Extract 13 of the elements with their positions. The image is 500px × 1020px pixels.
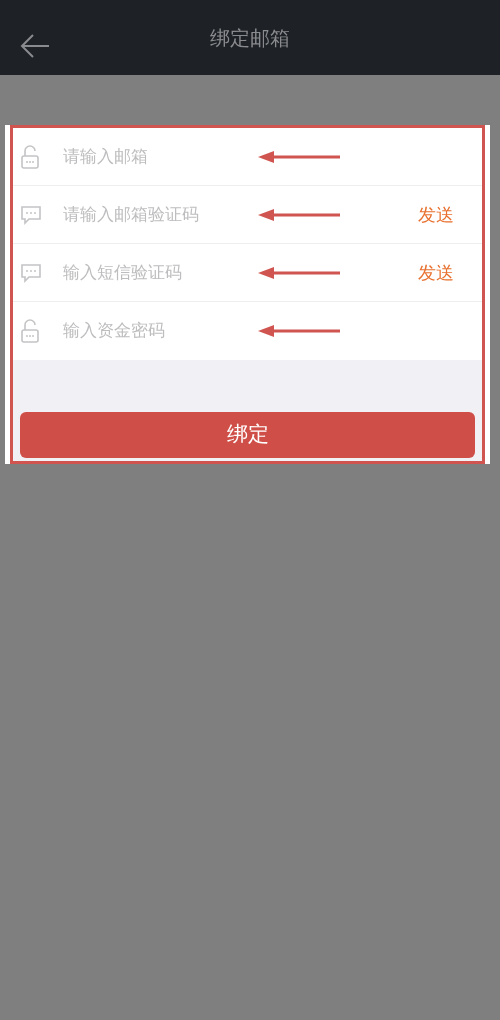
- input-field[interactable]: 输入短信验证码: [63, 259, 253, 286]
- send-link[interactable]: 发送: [418, 259, 454, 286]
- chat-icon: [21, 204, 41, 225]
- input-field[interactable]: 请输入邮箱验证码: [63, 201, 253, 228]
- send-link[interactable]: 发送: [418, 201, 454, 228]
- input-field[interactable]: 输入资金密码: [63, 318, 253, 344]
- back-arrow-icon[interactable]: [20, 33, 50, 59]
- lock-icon: [21, 319, 39, 343]
- bind-button[interactable]: 绑定: [20, 412, 475, 458]
- chat-icon: [21, 262, 41, 283]
- lock-icon: [21, 144, 39, 169]
- input-field[interactable]: 请输入邮箱: [63, 143, 253, 170]
- page-title: 绑定邮箱: [210, 24, 290, 52]
